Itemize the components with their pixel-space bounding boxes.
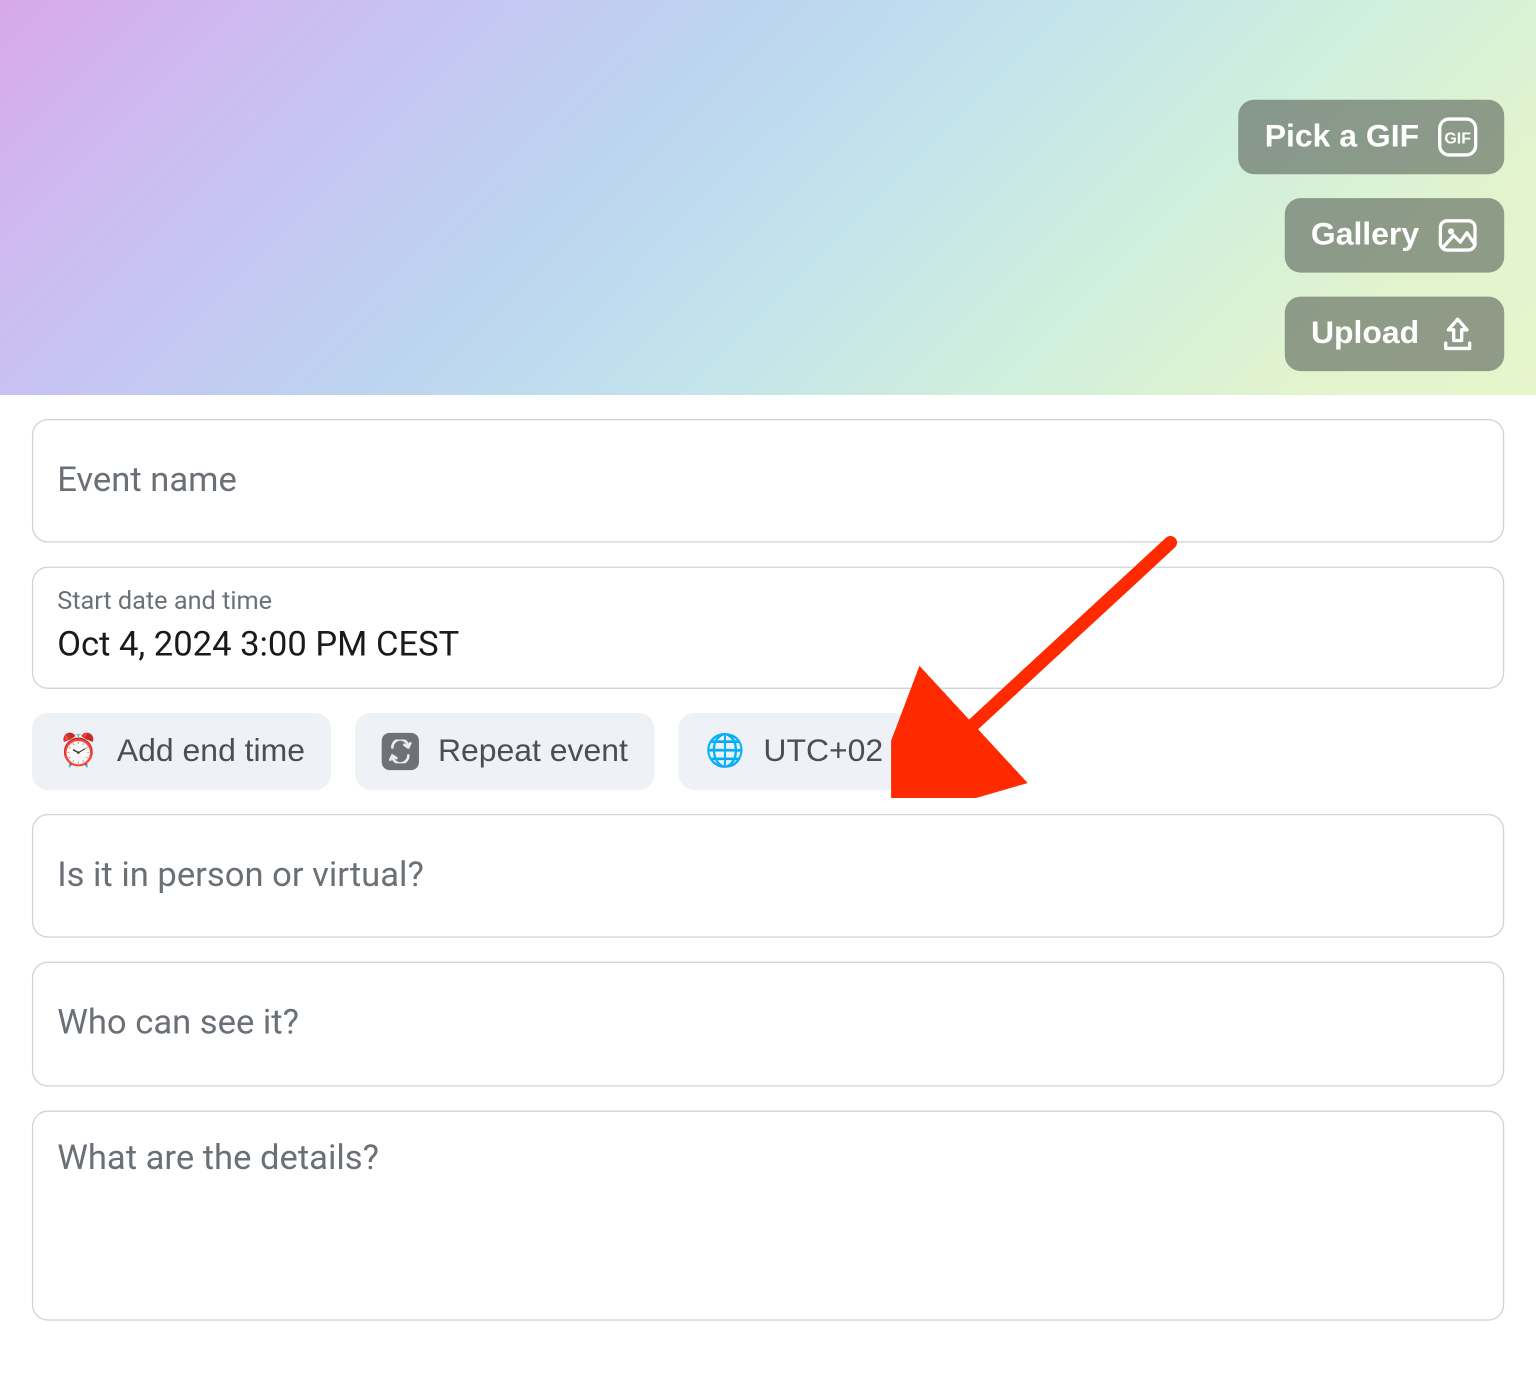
location-field[interactable]: Is it in person or virtual?: [32, 814, 1504, 938]
details-placeholder: What are the details?: [57, 1138, 1479, 1179]
repeat-event-label: Repeat event: [438, 733, 628, 770]
start-datetime-field[interactable]: Start date and time Oct 4, 2024 3:00 PM …: [32, 567, 1504, 689]
timezone-label: UTC+02: [763, 733, 883, 770]
visibility-field[interactable]: Who can see it?: [32, 962, 1504, 1086]
event-form: Event name Start date and time Oct 4, 20…: [0, 395, 1536, 1320]
location-placeholder: Is it in person or virtual?: [57, 855, 1479, 896]
repeat-icon: [382, 733, 419, 770]
event-name-placeholder: Event name: [57, 460, 1479, 501]
pick-gif-button[interactable]: Pick a GIF GIF: [1238, 100, 1504, 174]
start-datetime-value: Oct 4, 2024 3:00 PM CEST: [57, 625, 1479, 666]
upload-icon: [1438, 314, 1478, 354]
gallery-label: Gallery: [1311, 217, 1419, 254]
upload-label: Upload: [1311, 315, 1419, 352]
cover-actions: Pick a GIF GIF Gallery: [1238, 100, 1504, 371]
event-name-field[interactable]: Event name: [32, 419, 1504, 543]
cover-banner: Pick a GIF GIF Gallery: [0, 0, 1536, 395]
gif-icon: GIF: [1438, 117, 1478, 157]
time-options-row: ⏰ Add end time Repeat event 🌐 UTC+02: [32, 713, 1504, 790]
add-end-time-button[interactable]: ⏰ Add end time: [32, 713, 332, 790]
details-field[interactable]: What are the details?: [32, 1110, 1504, 1320]
timezone-button[interactable]: 🌐 UTC+02: [678, 713, 909, 790]
image-icon: [1438, 215, 1478, 255]
upload-button[interactable]: Upload: [1284, 297, 1504, 371]
pick-gif-label: Pick a GIF: [1265, 118, 1419, 155]
gallery-button[interactable]: Gallery: [1284, 198, 1504, 272]
start-datetime-label: Start date and time: [57, 587, 1479, 617]
visibility-placeholder: Who can see it?: [57, 1003, 1479, 1044]
repeat-event-button[interactable]: Repeat event: [356, 713, 655, 790]
svg-text:GIF: GIF: [1444, 131, 1471, 148]
clock-icon: ⏰: [59, 736, 99, 768]
add-end-time-label: Add end time: [117, 733, 305, 770]
globe-icon: 🌐: [705, 736, 745, 768]
